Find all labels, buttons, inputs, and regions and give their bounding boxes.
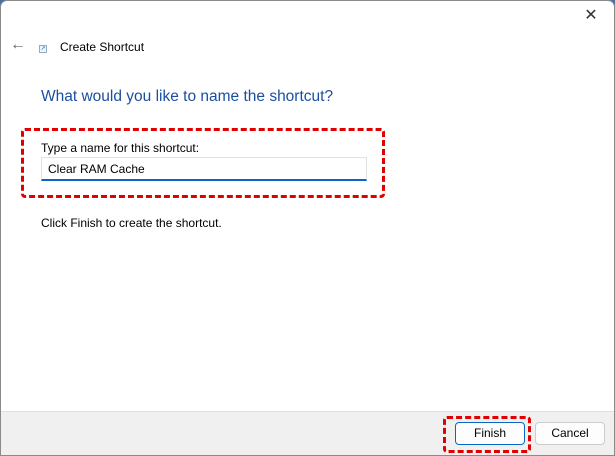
cancel-button[interactable]: Cancel — [535, 422, 605, 445]
shortcut-name-input[interactable] — [41, 157, 367, 181]
back-button[interactable]: ← — [10, 36, 26, 54]
window-title: Create Shortcut — [60, 40, 145, 54]
create-shortcut-dialog: ✕ ← ↗ Create Shortcut What would you lik… — [0, 0, 615, 456]
page-heading: What would you like to name the shortcut… — [41, 88, 334, 105]
shortcut-icon: ↗ — [39, 45, 47, 53]
name-label: Type a name for this shortcut: — [41, 141, 200, 155]
finish-button[interactable]: Finish — [455, 422, 525, 445]
close-icon: ✕ — [584, 7, 598, 24]
back-arrow-icon: ← — [10, 36, 26, 53]
hint-text: Click Finish to create the shortcut. — [41, 216, 222, 230]
close-button[interactable]: ✕ — [576, 5, 606, 27]
